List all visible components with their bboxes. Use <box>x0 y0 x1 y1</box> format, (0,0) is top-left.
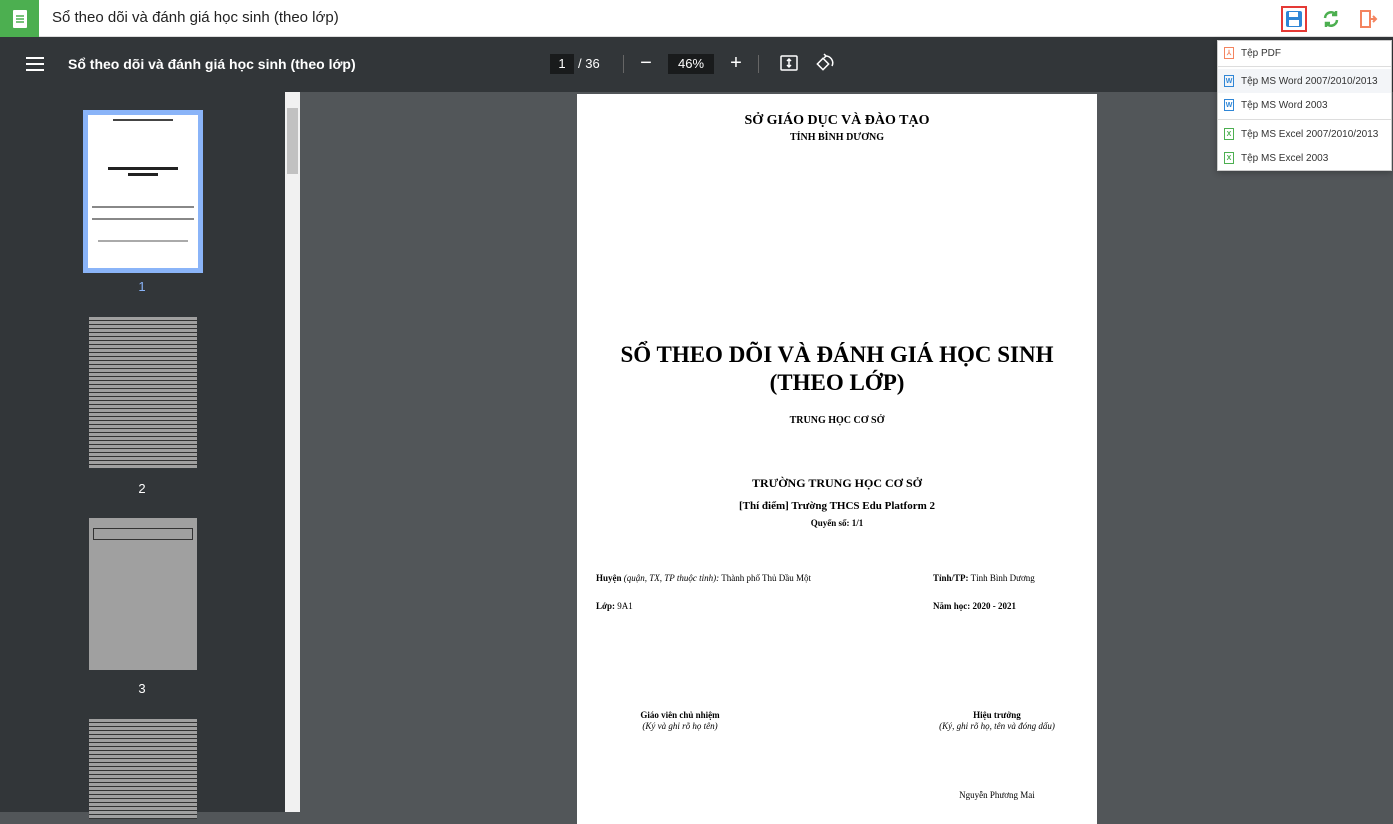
pdf-file-icon: ⅄ <box>1224 47 1234 59</box>
divider <box>758 55 759 73</box>
export-pdf[interactable]: ⅄ Tệp PDF <box>1218 41 1391 65</box>
zoom-level-input[interactable]: 46% <box>668 54 714 74</box>
export-excel-2007[interactable]: X Tệp MS Excel 2007/2010/2013 <box>1218 122 1391 146</box>
zoom-out-icon[interactable]: − <box>635 52 657 74</box>
exit-button[interactable] <box>1355 6 1381 32</box>
teacher-label: Giáo viên chủ nhiệm <box>640 710 720 720</box>
export-dropdown: ⅄ Tệp PDF W Tệp MS Word 2007/2010/2013 W Tệ… <box>1217 40 1392 171</box>
fit-page-icon[interactable] <box>778 52 800 74</box>
principal-label: Hiệu trưởng <box>973 710 1021 720</box>
refresh-button[interactable] <box>1318 6 1344 32</box>
province-heading: TỈNH BÌNH DƯƠNG <box>789 132 885 143</box>
word-file-icon: W <box>1224 75 1234 87</box>
teacher-hint: (Ký và ghi rõ họ tên) <box>642 721 718 731</box>
export-word-2003[interactable]: W Tệp MS Word 2003 <box>1218 93 1391 117</box>
doc-subtitle: (THEO LỚP) <box>769 370 905 395</box>
dept-heading: SỞ GIÁO DỤC VÀ ĐÀO TẠO <box>744 113 930 128</box>
thumbnail-label: 2 <box>138 481 146 496</box>
excel-file-icon: X <box>1224 152 1234 164</box>
year-line: Năm học: 2020 - 2021 <box>933 601 1016 611</box>
thumbnail-page-3[interactable] <box>89 518 197 670</box>
word-file-icon: W <box>1224 99 1234 111</box>
viewer-toolbar: Sổ theo dõi và đánh giá học sinh (theo l… <box>0 37 1393 92</box>
refresh-icon <box>1323 11 1339 27</box>
page-number-input[interactable]: 1 <box>550 54 574 74</box>
sidebar-scrollbar[interactable] <box>285 92 300 812</box>
window-title: Sổ theo dõi và đánh giá học sinh (theo l… <box>52 9 339 26</box>
thumbnail-page-1[interactable] <box>83 110 203 273</box>
book-number: Quyển số: 1/1 <box>810 518 864 528</box>
save-icon <box>1286 11 1302 27</box>
thumbnail-label: 1 <box>138 279 146 294</box>
thumbnail-page-4[interactable] <box>89 719 197 819</box>
export-excel-2003[interactable]: X Tệp MS Excel 2003 <box>1218 146 1391 170</box>
divider <box>623 55 624 73</box>
page-total: / 36 <box>578 56 600 71</box>
rotate-icon[interactable] <box>814 52 836 74</box>
export-word-2007[interactable]: W Tệp MS Word 2007/2010/2013 <box>1218 69 1391 93</box>
thumbnail-sidebar: 1 2 3 <box>0 92 285 819</box>
excel-file-icon: X <box>1224 128 1234 140</box>
document-page: SỞ GIÁO DỤC VÀ ĐÀO TẠO TỈNH BÌNH DƯƠNG S… <box>577 94 1097 824</box>
menu-icon[interactable] <box>26 57 44 71</box>
province-line: Tỉnh/TP: Tỉnh Bình Dương <box>933 573 1035 583</box>
zoom-in-icon[interactable]: + <box>725 52 747 74</box>
doc-title: SỔ THEO DÕI VÀ ĐÁNH GIÁ HỌC SINH <box>620 342 1054 367</box>
exit-icon <box>1360 10 1378 28</box>
save-button[interactable] <box>1281 6 1307 32</box>
thumbnail-label: 3 <box>138 681 146 696</box>
document-icon <box>0 0 39 37</box>
app-header: Sổ theo dõi và đánh giá học sinh (theo l… <box>0 0 1393 37</box>
principal-name: Nguyễn Phương Mai <box>959 790 1035 800</box>
principal-hint: (Ký, ghi rõ họ, tên và đóng dấu) <box>939 721 1055 731</box>
thumbnail-page-2[interactable] <box>89 317 197 468</box>
school-name: [Thí điểm] Trường THCS Edu Platform 2 <box>738 500 936 512</box>
level: TRUNG HỌC CƠ SỞ <box>789 415 885 426</box>
viewer-title: Sổ theo dõi và đánh giá học sinh (theo l… <box>68 56 356 72</box>
school-type: TRƯỜNG TRUNG HỌC CƠ SỞ <box>751 476 922 490</box>
class-line: Lớp: 9A1 <box>596 601 633 611</box>
district-line: Huyện (quận, TX, TP thuộc tỉnh): Thành p… <box>596 573 812 583</box>
